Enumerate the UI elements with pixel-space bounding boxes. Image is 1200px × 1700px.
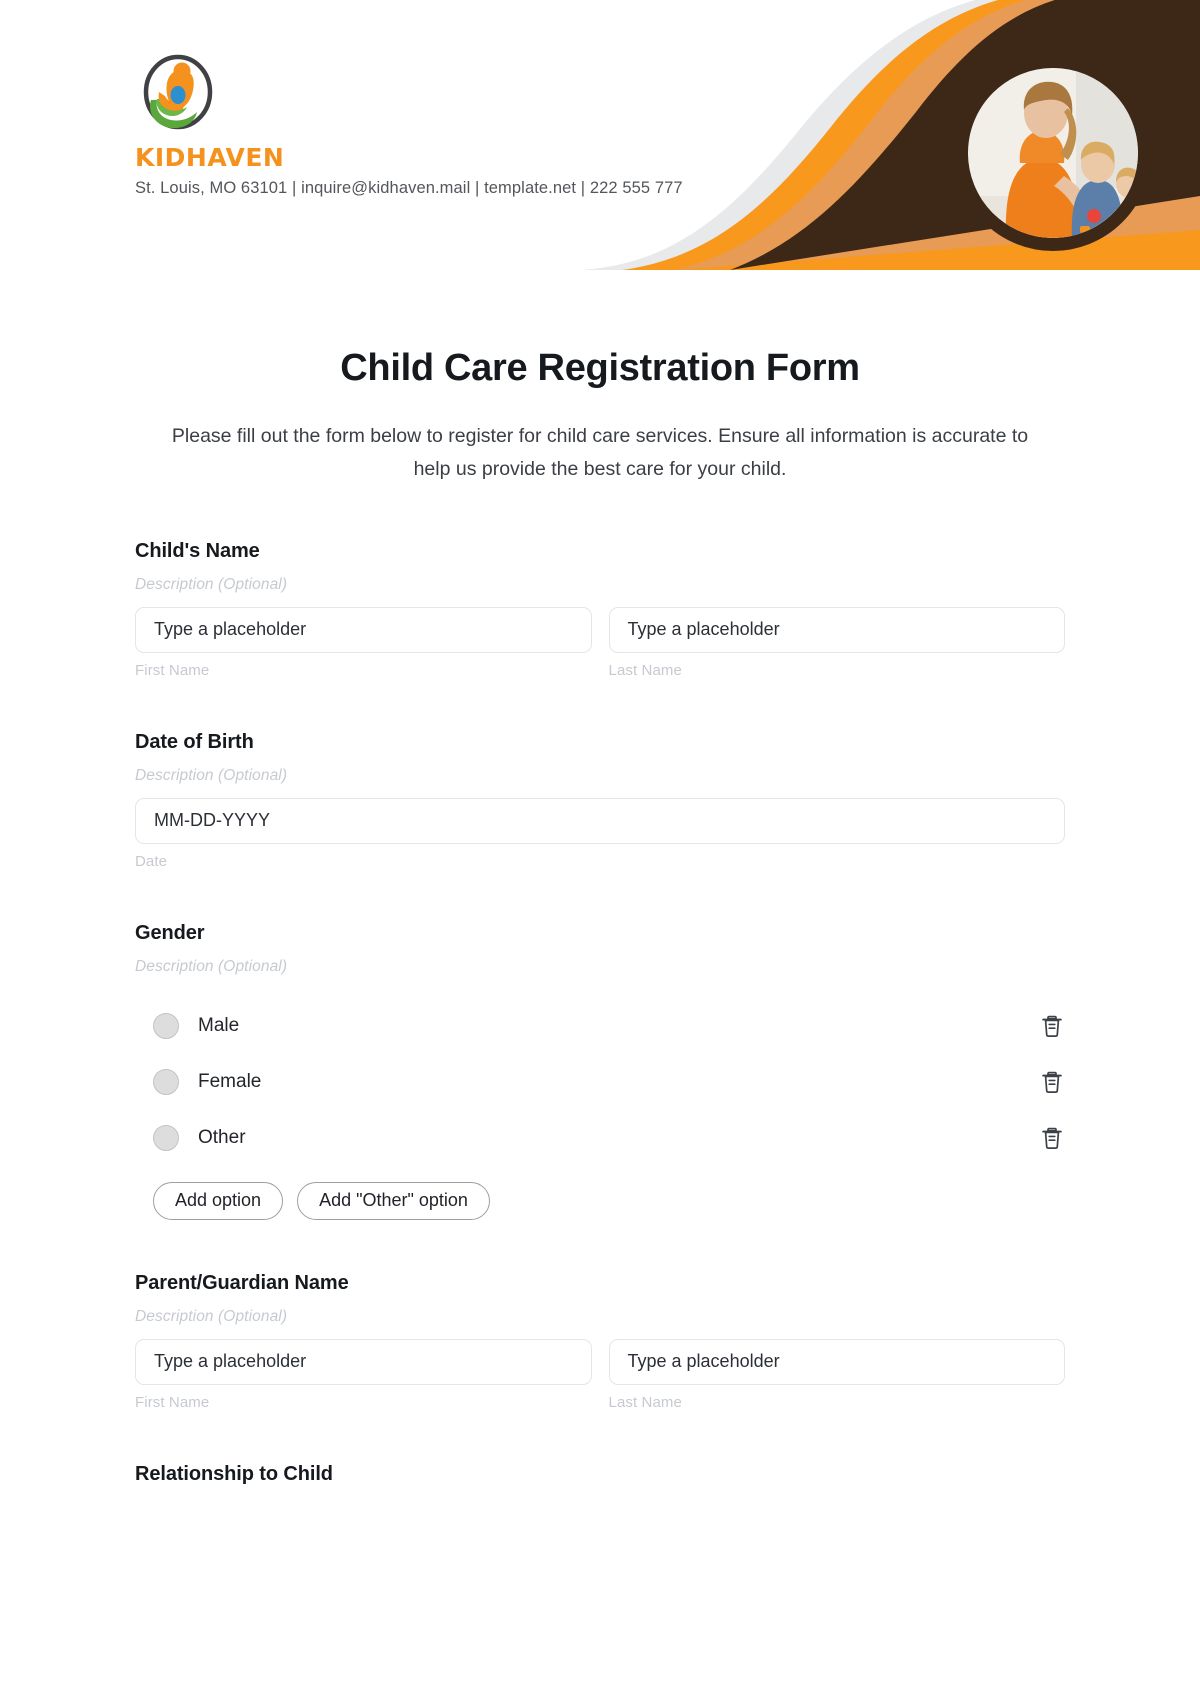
field-label: Child's Name xyxy=(135,539,260,562)
field-description: Description (Optional) xyxy=(135,957,288,975)
option-label: Female xyxy=(198,1070,262,1092)
input-col-date: MM-DD-YYYY Date xyxy=(135,797,1065,870)
input-sub-label: Date xyxy=(135,852,168,870)
form-body: Child Care Registration Form Please fill… xyxy=(0,345,1200,1486)
field-description: Description (Optional) xyxy=(135,766,288,784)
field-date-of-birth: Date of Birth Description (Optional) MM-… xyxy=(135,731,1065,870)
field-relationship-to-child: Relationship to Child xyxy=(135,1463,1065,1486)
add-option-button[interactable]: Add option xyxy=(153,1181,284,1220)
trash-icon[interactable] xyxy=(1039,1124,1065,1152)
page-title: Child Care Registration Form xyxy=(340,347,860,389)
parent-first-name-input[interactable]: Type a placeholder xyxy=(135,1338,592,1385)
radio-button-female[interactable] xyxy=(153,1068,179,1095)
input-sub-label: First Name xyxy=(135,1393,210,1411)
input-col-first-name: Type a placeholder First Name xyxy=(135,606,592,679)
field-parent-guardian-name: Parent/Guardian Name Description (Option… xyxy=(135,1272,1065,1411)
caregiver-children-illustration xyxy=(968,68,1138,238)
input-sub-label: First Name xyxy=(135,661,210,679)
option-label: Male xyxy=(198,1014,240,1036)
option-action-buttons: Add option Add "Other" option xyxy=(135,1181,1065,1220)
child-first-name-input[interactable]: Type a placeholder xyxy=(135,606,592,653)
date-of-birth-input[interactable]: MM-DD-YYYY xyxy=(135,797,1065,844)
field-label: Parent/Guardian Name xyxy=(135,1271,349,1294)
child-last-name-input[interactable]: Type a placeholder xyxy=(608,606,1065,653)
header-photo xyxy=(955,55,1151,251)
field-label: Gender xyxy=(135,921,205,944)
option-label: Other xyxy=(198,1126,246,1148)
input-col-first-name: Type a placeholder First Name xyxy=(135,1338,592,1411)
form-subtitle: Please fill out the form below to regist… xyxy=(171,424,1029,481)
option-row-female[interactable]: Female xyxy=(135,1054,1065,1110)
kidhaven-logo-icon xyxy=(135,52,221,138)
trash-icon[interactable] xyxy=(1039,1068,1065,1096)
input-col-last-name: Type a placeholder Last Name xyxy=(608,1338,1065,1411)
trash-icon[interactable] xyxy=(1039,1012,1065,1040)
form-page: KIDHAVEN St. Louis, MO 63101 | inquire@k… xyxy=(0,0,1200,1700)
field-label: Relationship to Child xyxy=(135,1462,333,1485)
option-row-male[interactable]: Male xyxy=(135,998,1065,1054)
field-gender: Gender Description (Optional) Male Femal… xyxy=(135,922,1065,1220)
header-photo-inner xyxy=(968,68,1138,238)
input-row: Type a placeholder First Name Type a pla… xyxy=(135,606,1065,679)
radio-button-other[interactable] xyxy=(153,1124,179,1151)
radio-button-male[interactable] xyxy=(153,1012,179,1039)
input-row: MM-DD-YYYY Date xyxy=(135,797,1065,870)
brand-contact-info: St. Louis, MO 63101 | inquire@kidhaven.m… xyxy=(135,178,683,197)
brand-block: KIDHAVEN St. Louis, MO 63101 | inquire@k… xyxy=(135,52,895,198)
input-sub-label: Last Name xyxy=(608,1393,682,1411)
parent-last-name-input[interactable]: Type a placeholder xyxy=(608,1338,1065,1385)
field-label: Date of Birth xyxy=(135,730,254,753)
add-other-option-button[interactable]: Add "Other" option xyxy=(297,1181,490,1220)
field-description: Description (Optional) xyxy=(135,575,288,593)
field-childs-name: Child's Name Description (Optional) Type… xyxy=(135,540,1065,679)
input-col-last-name: Type a placeholder Last Name xyxy=(608,606,1065,679)
brand-name: KIDHAVEN xyxy=(135,143,285,172)
input-sub-label: Last Name xyxy=(608,661,682,679)
gender-options: Male Female Other xyxy=(135,998,1065,1166)
input-row: Type a placeholder First Name Type a pla… xyxy=(135,1338,1065,1411)
field-description: Description (Optional) xyxy=(135,1307,288,1325)
option-row-other[interactable]: Other xyxy=(135,1110,1065,1166)
